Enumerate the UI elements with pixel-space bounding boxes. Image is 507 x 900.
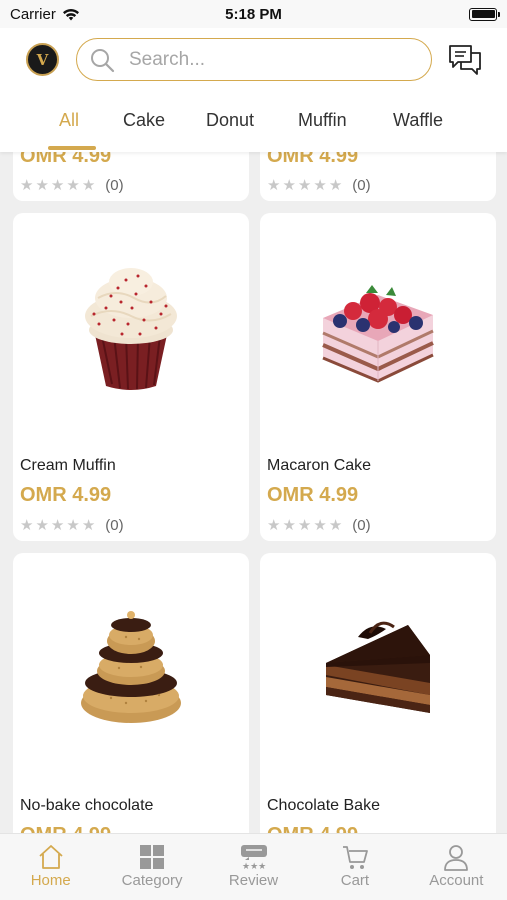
person-icon: [444, 845, 469, 871]
product-name: No-bake chocolate: [20, 797, 154, 814]
review-icon: ★★★: [240, 845, 267, 871]
tab-cake[interactable]: Cake: [123, 110, 165, 131]
star-icon: ★: [297, 517, 312, 534]
star-icon: ★: [313, 517, 327, 534]
review-count: (0): [105, 177, 124, 194]
status-bar: Carrier 5:18 PM: [0, 0, 507, 28]
product-card[interactable]: No-bake chocolate OMR 4.99: [13, 553, 249, 881]
active-tab-indicator: [48, 146, 96, 150]
star-icon: ★: [50, 517, 65, 534]
star-icon: ★: [20, 517, 34, 534]
star-icon: ★: [328, 177, 343, 194]
product-image-cupcake: [13, 213, 249, 443]
product-image-chocolate-cake: [260, 553, 496, 783]
product-rating: ★ ★ ★ ★ ★ (0): [20, 177, 124, 194]
category-tabs: All Cake Donut Muffin Waffle: [0, 110, 507, 140]
svg-text:★★★: ★★★: [242, 862, 266, 871]
chat-button[interactable]: [447, 43, 483, 77]
star-icon: ★: [282, 177, 296, 194]
star-icon: ★: [267, 517, 281, 534]
product-card[interactable]: Chocolate Bake OMR 4.99: [260, 553, 496, 881]
star-icon: ★: [66, 517, 80, 534]
star-icon: ★: [282, 517, 296, 534]
product-name: Macaron Cake: [267, 457, 372, 474]
carrier-label: Carrier: [10, 5, 56, 23]
tab-category[interactable]: Category: [101, 834, 202, 900]
tab-review[interactable]: ★★★ Review: [203, 834, 304, 900]
star-icon: ★: [267, 177, 281, 194]
grid-icon: [140, 845, 165, 869]
tab-muffin[interactable]: Muffin: [298, 110, 347, 131]
star-icon: ★: [20, 177, 34, 194]
review-count: (0): [352, 517, 371, 534]
carrier-group: Carrier: [10, 6, 80, 23]
product-rating: ★ ★ ★ ★ ★ (0): [267, 517, 371, 534]
product-image-cookies: [13, 553, 249, 783]
star-icon: ★: [50, 177, 65, 194]
header: V All Cake Donut Muffin Waffle: [0, 28, 507, 152]
star-icon: ★: [328, 517, 343, 534]
status-time: 5:18 PM: [225, 5, 282, 23]
tab-waffle[interactable]: Waffle: [393, 110, 443, 131]
tab-account-label: Account: [429, 872, 484, 889]
review-count: (0): [352, 177, 371, 194]
star-icon: ★: [313, 177, 327, 194]
product-rating: ★ ★ ★ ★ ★ (0): [20, 517, 124, 534]
tab-home-label: Home: [30, 872, 71, 889]
brand-logo[interactable]: V: [26, 43, 59, 76]
logo-letter: V: [36, 50, 49, 69]
tab-account[interactable]: Account: [406, 834, 507, 900]
tab-review-label: Review: [228, 872, 279, 889]
star-icon: ★: [35, 177, 49, 194]
search-input[interactable]: [129, 48, 409, 71]
star-icon: ★: [81, 177, 96, 194]
battery-icon: [469, 7, 500, 21]
star-icon: ★: [66, 177, 80, 194]
product-price: OMR 4.99: [267, 484, 359, 506]
product-name: Chocolate Bake: [267, 797, 380, 814]
bottom-tab-bar: Home Category ★★★ Review Cart Account: [0, 833, 507, 900]
tab-home[interactable]: Home: [0, 834, 101, 900]
home-icon: [39, 845, 63, 869]
wifi-icon: [62, 8, 79, 20]
tab-all[interactable]: All: [59, 110, 79, 131]
chat-icon: [449, 45, 481, 75]
product-price: OMR 4.99: [20, 484, 112, 506]
tab-category-label: Category: [121, 872, 183, 889]
star-icon: ★: [297, 177, 312, 194]
product-image-cake: [260, 213, 496, 443]
review-count: (0): [105, 517, 124, 534]
product-card[interactable]: Macaron Cake OMR 4.99 ★ ★ ★ ★ ★ (0): [260, 213, 496, 541]
product-card[interactable]: Cream Muffin OMR 4.99 ★ ★ ★ ★ ★ (0): [13, 213, 249, 541]
product-name: Cream Muffin: [20, 457, 116, 474]
tab-cart-label: Cart: [340, 872, 370, 889]
product-rating: ★ ★ ★ ★ ★ (0): [267, 177, 371, 194]
star-icon: ★: [81, 517, 96, 534]
star-icon: ★: [35, 517, 49, 534]
cart-icon: [342, 846, 368, 869]
tab-donut[interactable]: Donut: [206, 110, 254, 131]
search-bar[interactable]: [76, 38, 432, 81]
search-icon: [91, 48, 115, 72]
tab-cart[interactable]: Cart: [304, 834, 405, 900]
